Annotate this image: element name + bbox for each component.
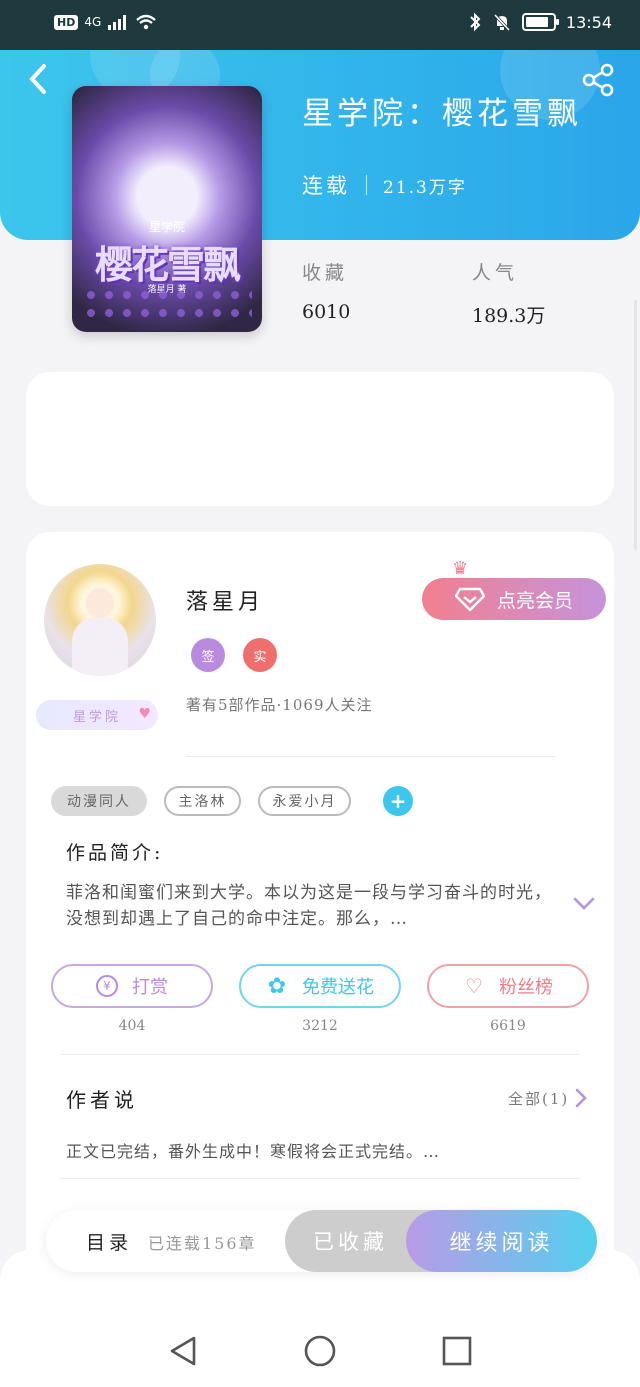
circle-home-icon [304,1335,336,1367]
flower-count: 3212 [302,1018,338,1034]
hd-indicator: HD [54,14,79,30]
fans-rank-label: 粉丝榜 [499,977,553,998]
divider [366,175,367,195]
flower-icon: ✿ [267,973,287,999]
popularity-stat: 人气 189.3万 [472,258,545,328]
book-cover[interactable]: 星学院 樱花雪飘 落星月 著 [72,86,262,332]
word-count: 21.3万字 [383,177,467,198]
divider [186,756,556,757]
signed-chip: 签 [191,638,225,672]
send-flower-button[interactable]: ✿ 免费送花 [239,964,401,1008]
fans-rank-button[interactable]: ♡ 粉丝榜 [427,964,589,1008]
avatar-face [86,588,114,618]
author-says-all-link[interactable]: 全部(1) [508,1088,569,1109]
serial-status: 连载 [302,174,350,198]
reward-count: 404 [118,1018,146,1034]
popularity-value: 189.3万 [472,305,546,327]
author-says-more[interactable] [574,1087,588,1109]
bluetooth-icon [470,12,481,32]
ad-placeholder-card [26,372,614,506]
author-says-title: 作者说 [66,1088,138,1112]
toc-button[interactable]: 目录 [86,1228,132,1255]
continue-reading-button[interactable]: 继续阅读 [406,1210,597,1272]
vip-button-label: 点亮会员 [496,589,573,612]
chevron-right-icon [575,1088,587,1108]
mute-bell-icon [493,13,510,32]
avatar-dress [72,618,128,676]
battery-icon [521,13,559,31]
back-button[interactable] [24,62,54,96]
verified-chip: 实 [243,638,277,672]
signal-icon [108,15,127,30]
yen-icon: ¥ [96,975,118,997]
author-name[interactable]: 落星月 [186,584,264,616]
author-badge: 星学院 [36,700,158,730]
favorites-label: 收藏 [302,262,349,284]
author-says-text[interactable]: 正文已完结，番外生成中！寒假将会正式完结。… [66,1138,440,1162]
add-tag-button[interactable]: + [383,786,413,816]
square-recents-icon [442,1336,472,1366]
clock: 13:54 [565,12,612,32]
author-meta: 著有5部作品·1069人关注 [186,696,373,714]
share-button[interactable] [580,62,616,98]
chevron-left-icon [29,64,46,94]
cover-title: 樱花雪飘 [94,242,241,287]
crown-icon: ♛ [452,558,469,579]
tag-item[interactable]: 永爱小月 [258,786,351,816]
expand-button[interactable] [572,896,596,912]
reward-label: 打赏 [132,977,168,998]
toc-chapter-info[interactable]: 已连载156章 [148,1230,257,1254]
book-status-line: 连载 21.3万字 [302,170,467,200]
fan-user-icon: ♡ [465,974,483,998]
cover-roses [82,286,252,326]
divider [60,1054,580,1055]
signal-indicator: 4G [84,15,102,29]
tag-item[interactable]: 主洛林 [164,786,241,816]
nav-recents-button[interactable] [440,1334,474,1368]
continue-reading-label: 继续阅读 [449,1231,554,1256]
tag-item[interactable]: 动漫同人 [51,786,147,816]
vip-button[interactable]: 点亮会员 [422,578,606,620]
triangle-back-icon [170,1336,196,1366]
popularity-label: 人气 [472,262,519,284]
send-flower-label: 免费送花 [302,977,374,998]
scrollbar[interactable] [634,300,637,550]
collected-label: 已收藏 [313,1230,388,1254]
intro-title: 作品简介: [66,842,164,864]
favorites-stat: 收藏 6010 [302,258,350,323]
fans-count: 6619 [490,1018,526,1034]
cover-subtitle: 星学院 [148,220,185,234]
intro-text: 菲洛和闺蜜们来到大学。本以为这是一段与学习奋斗的时光，没想到却遇上了自己的命中注… [66,883,552,929]
book-title: 星学院：樱花雪飘 [302,96,582,132]
share-icon [582,63,614,97]
chevron-down-icon [573,897,595,910]
diamond-icon [454,587,485,612]
nav-back-button[interactable] [166,1334,200,1368]
wifi-icon [136,14,157,30]
author-avatar[interactable] [44,564,156,676]
divider [60,1178,580,1179]
reward-button[interactable]: ¥ 打赏 [51,964,213,1008]
nav-home-button[interactable] [303,1334,337,1368]
favorites-value: 6010 [302,301,351,323]
status-bar: HD 4G 13:54 [0,0,640,50]
